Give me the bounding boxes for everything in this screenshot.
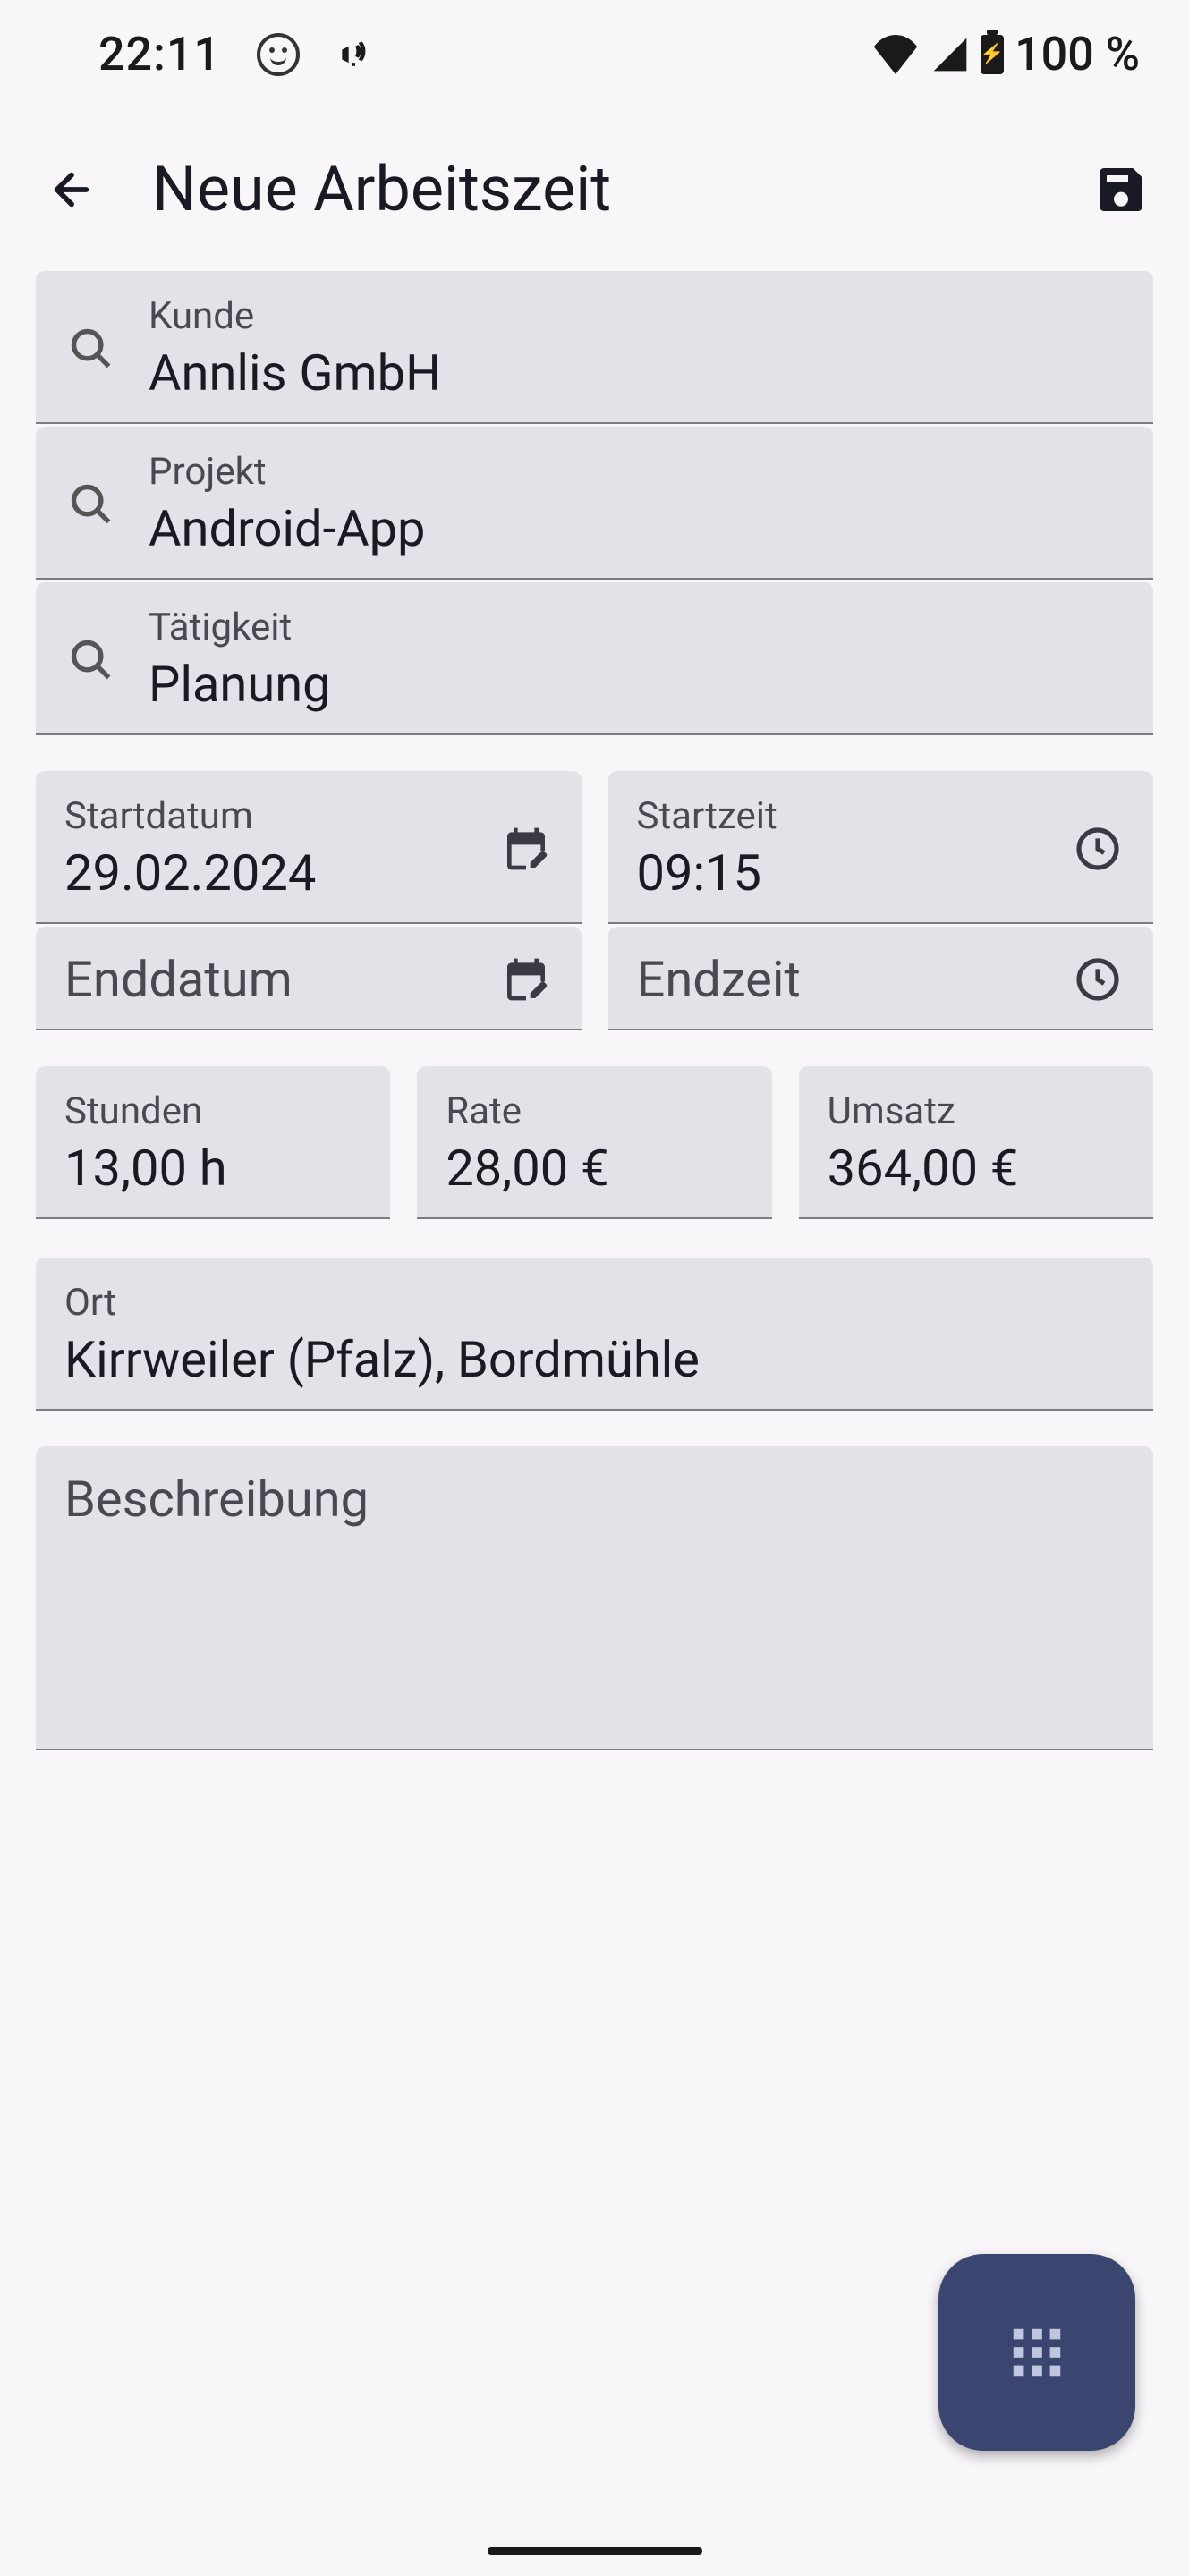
location-label: Ort — [64, 1281, 1125, 1325]
enddate-field[interactable]: Enddatum — [36, 927, 582, 1030]
keypad-fab[interactable] — [938, 2254, 1135, 2451]
project-field[interactable]: Projekt Android-App — [36, 427, 1153, 580]
page-title: Neue Arbeitszeit — [152, 153, 1044, 226]
revenue-field[interactable]: Umsatz 364,00 € — [799, 1066, 1153, 1219]
customer-value: Annlis GmbH — [149, 343, 1125, 402]
description-label: Beschreibung — [64, 1470, 1125, 1529]
customer-field[interactable]: Kunde Annlis GmbH — [36, 271, 1153, 424]
activity-label: Tätigkeit — [149, 606, 1125, 649]
endtime-field[interactable]: Endzeit — [608, 927, 1154, 1030]
startdate-label: Startdatum — [64, 794, 469, 838]
location-field[interactable]: Ort Kirrweiler (Pfalz), Bordmühle — [36, 1258, 1153, 1411]
activity-field[interactable]: Tätigkeit Planung — [36, 582, 1153, 735]
nfc-icon — [335, 35, 375, 74]
hours-value: 13,00 h — [64, 1139, 361, 1198]
search-icon — [64, 326, 118, 372]
activity-value: Planung — [149, 655, 1125, 714]
project-label: Projekt — [149, 450, 1125, 494]
rate-field[interactable]: Rate 28,00 € — [417, 1066, 771, 1219]
app-bar: Neue Arbeitszeit — [0, 99, 1189, 271]
project-value: Android-App — [149, 499, 1125, 558]
search-icon — [64, 481, 118, 528]
calendar-edit-icon — [499, 824, 553, 874]
battery-percent: 100 % — [1015, 27, 1140, 81]
search-icon — [64, 637, 118, 683]
battery-icon: ⚡ — [981, 35, 1004, 74]
customer-label: Kunde — [149, 294, 1125, 338]
clock-icon — [1071, 954, 1125, 1004]
starttime-value: 09:15 — [637, 843, 1041, 902]
nav-indicator — [488, 2547, 702, 2555]
startdate-value: 29.02.2024 — [64, 843, 469, 902]
hours-field[interactable]: Stunden 13,00 h — [36, 1066, 390, 1219]
hours-label: Stunden — [64, 1089, 361, 1133]
rate-value: 28,00 € — [446, 1139, 743, 1198]
wifi-icon — [871, 35, 920, 74]
rate-label: Rate — [446, 1089, 743, 1133]
enddate-label: Enddatum — [64, 950, 469, 1009]
status-left: 22:11 — [98, 27, 375, 81]
status-bar: 22:11 ⚡ 100 % — [0, 0, 1189, 99]
back-button[interactable] — [36, 154, 107, 225]
revenue-label: Umsatz — [828, 1089, 1125, 1133]
calendar-edit-icon — [499, 954, 553, 1004]
endtime-label: Endzeit — [637, 950, 1041, 1009]
face-icon — [257, 33, 300, 76]
clock-icon — [1071, 824, 1125, 874]
revenue-value: 364,00 € — [828, 1139, 1125, 1198]
save-button[interactable] — [1089, 157, 1153, 222]
location-value: Kirrweiler (Pfalz), Bordmühle — [64, 1330, 1125, 1389]
startdate-field[interactable]: Startdatum 29.02.2024 — [36, 771, 582, 924]
status-right: ⚡ 100 % — [871, 27, 1140, 81]
signal-icon — [930, 35, 970, 74]
starttime-field[interactable]: Startzeit 09:15 — [608, 771, 1154, 924]
description-field[interactable]: Beschreibung — [36, 1446, 1153, 1750]
status-time: 22:11 — [98, 27, 221, 81]
keypad-icon — [1006, 2321, 1068, 2384]
starttime-label: Startzeit — [637, 794, 1041, 838]
